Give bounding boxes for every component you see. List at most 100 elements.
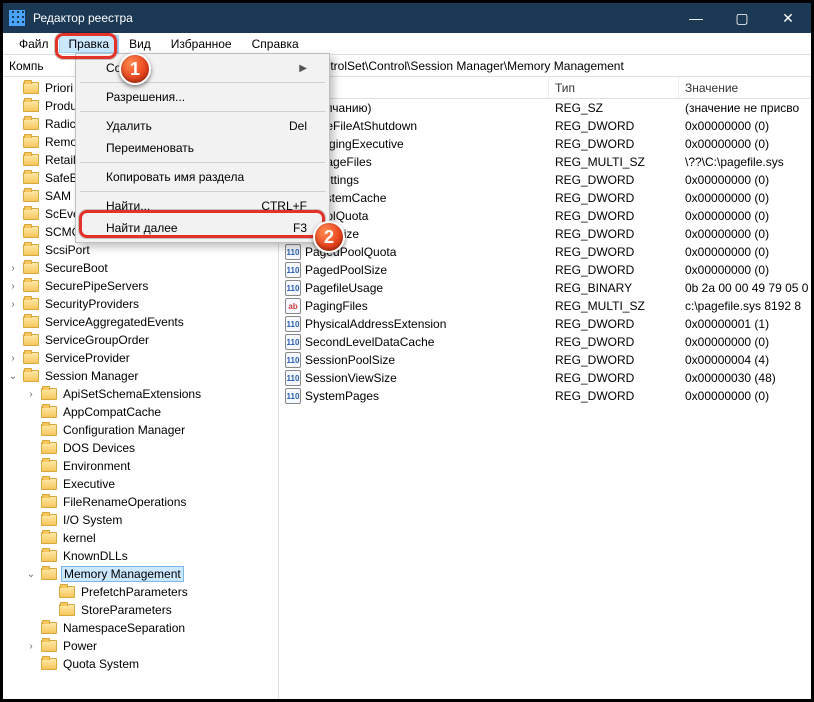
tree-item[interactable]: ›ServiceProvider	[3, 349, 278, 367]
value-type: REG_DWORD	[549, 317, 679, 331]
value-name: PhysicalAddressExtension	[305, 317, 446, 331]
tree-item[interactable]: Executive	[3, 475, 278, 493]
chevron-down-icon[interactable]: ⌄	[7, 371, 19, 382]
folder-icon	[23, 226, 39, 238]
tree-item-label: Configuration Manager	[61, 423, 187, 437]
binary-value-icon: 110	[285, 280, 301, 296]
tree-item-label: DOS Devices	[61, 441, 137, 455]
value-name: PagedPoolSize	[305, 263, 387, 277]
table-row[interactable]: 110PagedPoolSizeREG_DWORD0x00000000 (0)	[279, 261, 811, 279]
value-name: SecondLevelDataCache	[305, 335, 434, 349]
close-button[interactable]: ✕	[765, 3, 811, 33]
value-type: REG_DWORD	[549, 371, 679, 385]
table-row[interactable]: 110PhysicalAddressExtensionREG_DWORD0x00…	[279, 315, 811, 333]
table-row[interactable]: 110dPoolSizeREG_DWORD0x00000000 (0)	[279, 225, 811, 243]
table-row[interactable]: abngPageFilesREG_MULTI_SZ\??\C:\pagefile…	[279, 153, 811, 171]
chevron-right-icon[interactable]: ›	[7, 299, 19, 310]
chevron-right-icon[interactable]: ›	[7, 263, 19, 274]
maximize-button[interactable]: ▢	[719, 3, 765, 33]
tree-item[interactable]: › ApiSetSchemaExtensions	[3, 385, 278, 403]
tree-item[interactable]: KnownDLLs	[3, 547, 278, 565]
tree-item[interactable]: ServiceAggregatedEvents	[3, 313, 278, 331]
tree-item-label: Retail	[43, 153, 78, 167]
table-row[interactable]: 110PagedPoolQuotaREG_DWORD0x00000000 (0)	[279, 243, 811, 261]
menu-file[interactable]: Файл	[9, 35, 59, 53]
value-type: REG_DWORD	[549, 245, 679, 259]
tree-item[interactable]: NamespaceSeparation	[3, 619, 278, 637]
tree-item[interactable]: ›SecurePipeServers	[3, 277, 278, 295]
table-row[interactable]: abумолчанию)REG_SZ(значение не присво	[279, 99, 811, 117]
tree-item[interactable]: ServiceGroupOrder	[3, 331, 278, 349]
tree-item[interactable]: AppCompatCache	[3, 403, 278, 421]
tree-item[interactable]: ⌄Memory Management	[3, 565, 278, 583]
tree-item-label: ApiSetSchemaExtensions	[61, 387, 203, 401]
list-body[interactable]: abумолчанию)REG_SZ(значение не присво110…	[279, 99, 811, 699]
tree-item-label: kernel	[61, 531, 98, 545]
value-name: SystemPages	[305, 389, 379, 403]
menu-permissions[interactable]: Разрешения...	[78, 86, 327, 108]
table-row[interactable]: 110SystemPagesREG_DWORD0x00000000 (0)	[279, 387, 811, 405]
value-type: REG_BINARY	[549, 281, 679, 295]
value-data: 0x00000000 (0)	[679, 263, 811, 277]
app-icon	[9, 10, 25, 26]
tree-item[interactable]: ⌄Session Manager	[3, 367, 278, 385]
tree-item-label: FileRenameOperations	[61, 495, 188, 509]
chevron-down-icon[interactable]: ⌄	[25, 569, 37, 580]
tree-item[interactable]: Environment	[3, 457, 278, 475]
tree-item[interactable]: Quota System	[3, 655, 278, 673]
list-header: . Тип Значение	[279, 77, 811, 99]
tree-item[interactable]: StoreParameters	[3, 601, 278, 619]
menu-view[interactable]: Вид	[119, 35, 161, 53]
path-tail: ntrolSet\Control\Session Manager\Memory …	[324, 59, 624, 73]
value-data: c:\pagefile.sys 8192 8	[679, 299, 811, 313]
tree-item-label: PrefetchParameters	[79, 585, 190, 599]
tree-item[interactable]: ScsiPort	[3, 241, 278, 259]
tree-item[interactable]: Configuration Manager	[3, 421, 278, 439]
table-row[interactable]: 110lePagingExecutiveREG_DWORD0x00000000 …	[279, 135, 811, 153]
menu-copy-key-name[interactable]: Копировать имя раздела	[78, 166, 327, 188]
chevron-right-icon[interactable]: ›	[25, 389, 37, 400]
value-type: REG_DWORD	[549, 227, 679, 241]
folder-icon	[23, 208, 39, 220]
menu-rename[interactable]: Переименовать	[78, 137, 327, 159]
tree-item[interactable]: I/O System	[3, 511, 278, 529]
menu-find-next[interactable]: Найти далееF3	[78, 217, 327, 239]
col-type[interactable]: Тип	[549, 77, 679, 98]
table-row[interactable]: 110PageFileAtShutdownREG_DWORD0x00000000…	[279, 117, 811, 135]
table-row[interactable]: 110SessionViewSizeREG_DWORD0x00000030 (4…	[279, 369, 811, 387]
table-row[interactable]: 110dPoolQuotaREG_DWORD0x00000000 (0)	[279, 207, 811, 225]
tree-item[interactable]: PrefetchParameters	[3, 583, 278, 601]
value-data: 0x00000000 (0)	[679, 191, 811, 205]
minimize-button[interactable]: —	[673, 3, 719, 33]
folder-icon	[41, 388, 57, 400]
folder-icon	[41, 424, 57, 436]
table-row[interactable]: 110eSystemCacheREG_DWORD0x00000000 (0)	[279, 189, 811, 207]
edit-menu-dropdown: Создать ▶ Разрешения... УдалитьDel Переи…	[75, 53, 330, 243]
menu-new[interactable]: Создать ▶	[78, 57, 327, 79]
folder-icon	[23, 316, 39, 328]
table-row[interactable]: 110reSettingsREG_DWORD0x00000000 (0)	[279, 171, 811, 189]
table-row[interactable]: 110PagefileUsageREG_BINARY0b 2a 00 00 49…	[279, 279, 811, 297]
table-row[interactable]: 110SecondLevelDataCacheREG_DWORD0x000000…	[279, 333, 811, 351]
tree-item[interactable]: ›SecureBoot	[3, 259, 278, 277]
table-row[interactable]: 110SessionPoolSizeREG_DWORD0x00000004 (4…	[279, 351, 811, 369]
menu-find[interactable]: Найти...CTRL+F	[78, 195, 327, 217]
col-value[interactable]: Значение	[679, 77, 811, 98]
menu-edit[interactable]: Правка	[59, 35, 120, 53]
folder-icon	[23, 352, 39, 364]
tree-item[interactable]: kernel	[3, 529, 278, 547]
value-data: 0x00000000 (0)	[679, 389, 811, 403]
menu-favorites[interactable]: Избранное	[161, 35, 242, 53]
separator	[80, 162, 325, 163]
chevron-right-icon[interactable]: ›	[7, 353, 19, 364]
menu-help[interactable]: Справка	[242, 35, 309, 53]
tree-item[interactable]: DOS Devices	[3, 439, 278, 457]
tree-item[interactable]: ›Power	[3, 637, 278, 655]
tree-item[interactable]: ›SecurityProviders	[3, 295, 278, 313]
tree-item[interactable]: FileRenameOperations	[3, 493, 278, 511]
menu-delete[interactable]: УдалитьDel	[78, 115, 327, 137]
chevron-right-icon[interactable]: ›	[25, 641, 37, 652]
table-row[interactable]: abPagingFilesREG_MULTI_SZc:\pagefile.sys…	[279, 297, 811, 315]
folder-icon	[23, 334, 39, 346]
chevron-right-icon[interactable]: ›	[7, 281, 19, 292]
